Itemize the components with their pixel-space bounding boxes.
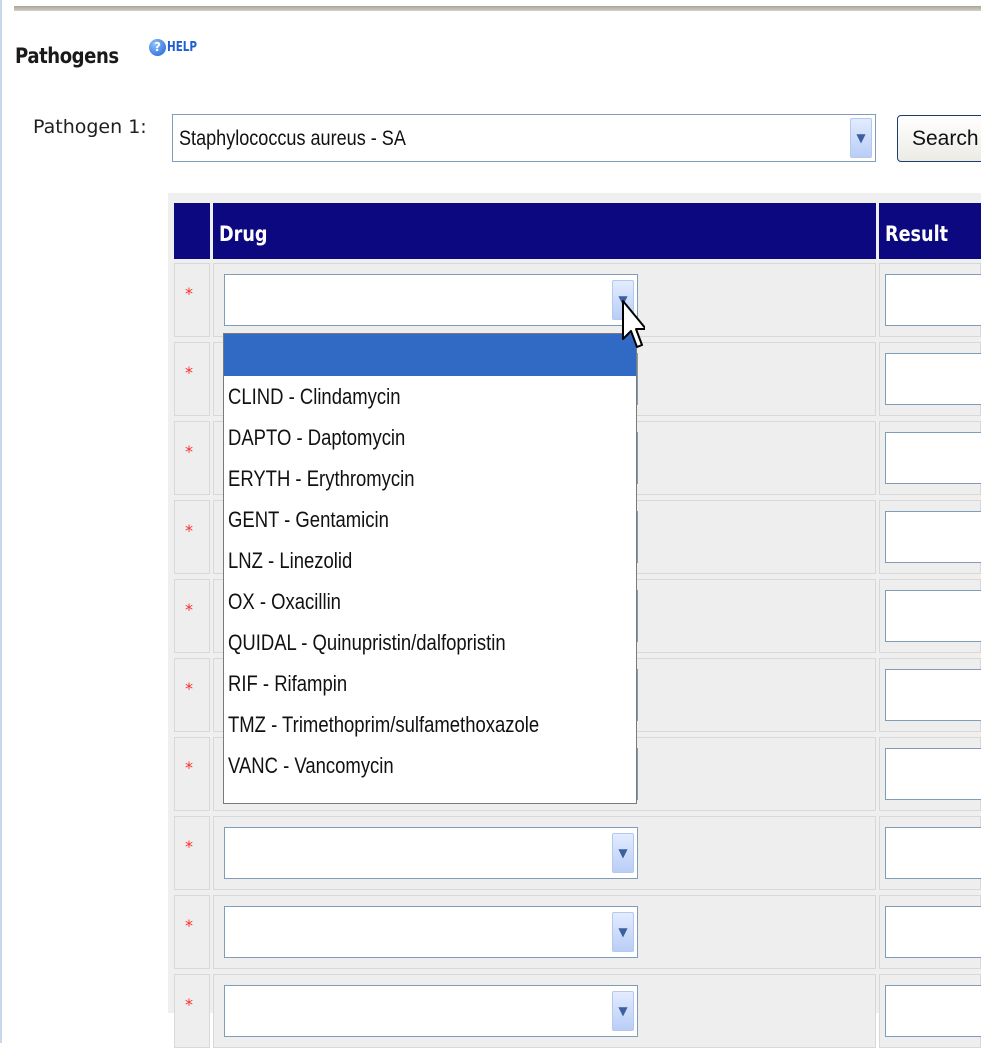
required-marker: *	[185, 284, 193, 303]
table-row: *▼	[168, 974, 981, 1048]
result-input[interactable]	[885, 669, 981, 721]
required-marker: *	[185, 521, 193, 540]
result-cell	[879, 895, 981, 969]
pathogen-label: Pathogen 1:	[33, 116, 147, 138]
dropdown-option[interactable]: CLIND - Clindamycin	[224, 376, 636, 417]
section-title: Pathogens	[15, 44, 119, 68]
result-input[interactable]	[885, 274, 981, 326]
table-row: *▼	[168, 895, 981, 969]
drug-select[interactable]: ▼	[224, 274, 638, 326]
required-marker: *	[185, 916, 193, 935]
result-input[interactable]	[885, 906, 981, 958]
required-cell: *	[174, 263, 210, 337]
result-input[interactable]	[885, 985, 981, 1037]
dropdown-option[interactable]: VANC - Vancomycin	[224, 745, 636, 786]
required-cell: *	[174, 579, 210, 653]
help-icon: ?	[149, 39, 166, 56]
dropdown-option[interactable]: DAPTO - Daptomycin	[224, 417, 636, 458]
drug-cell: ▼	[213, 816, 876, 890]
required-cell: *	[174, 658, 210, 732]
result-cell	[879, 974, 981, 1048]
required-marker: *	[185, 600, 193, 619]
required-cell: *	[174, 500, 210, 574]
dropdown-option[interactable]: TMZ - Trimethoprim/sulfamethoxazole	[224, 704, 636, 745]
dropdown-option[interactable]: GENT - Gentamicin	[224, 499, 636, 540]
required-cell: *	[174, 737, 210, 811]
header-drug: Drug	[213, 203, 876, 259]
chevron-down-icon[interactable]: ▼	[612, 912, 634, 952]
drug-cell: ▼	[213, 974, 876, 1048]
required-cell: *	[174, 816, 210, 890]
required-cell: *	[174, 342, 210, 416]
dropdown-option[interactable]: OX - Oxacillin	[224, 581, 636, 622]
drug-dropdown-list[interactable]: CLIND - Clindamycin DAPTO - Daptomycin ERY…	[223, 333, 637, 804]
required-marker: *	[185, 442, 193, 461]
result-input[interactable]	[885, 353, 981, 405]
result-input[interactable]	[885, 432, 981, 484]
table-row: *▼	[168, 816, 981, 890]
result-cell	[879, 658, 981, 732]
dropdown-option[interactable]: LNZ - Linezolid	[224, 540, 636, 581]
search-button[interactable]: Search	[897, 115, 981, 162]
result-input[interactable]	[885, 748, 981, 800]
dropdown-option[interactable]	[224, 334, 636, 376]
result-cell	[879, 737, 981, 811]
result-cell	[879, 500, 981, 574]
pathogen-select-value: Staphylococcus aureus - SA	[179, 127, 406, 150]
header-result: Result	[879, 203, 981, 259]
required-marker: *	[185, 758, 193, 777]
drug-select[interactable]: ▼	[224, 985, 638, 1037]
dropdown-option[interactable]: RIF - Rifampin	[224, 663, 636, 704]
dropdown-option[interactable]: ERYTH - Erythromycin	[224, 458, 636, 499]
required-marker: *	[185, 995, 193, 1014]
required-marker: *	[185, 837, 193, 856]
result-cell	[879, 263, 981, 337]
chevron-down-icon[interactable]: ▼	[612, 991, 634, 1031]
required-cell: *	[174, 895, 210, 969]
pathogen-select[interactable]: Staphylococcus aureus - SA ▼	[172, 114, 876, 162]
drug-select[interactable]: ▼	[224, 906, 638, 958]
result-input[interactable]	[885, 511, 981, 563]
result-input[interactable]	[885, 590, 981, 642]
required-cell: *	[174, 421, 210, 495]
drug-cell: ▼	[213, 895, 876, 969]
page-left-border	[0, 0, 2, 1043]
result-cell	[879, 579, 981, 653]
dropdown-option[interactable]: QUIDAL - Quinupristin/dalfopristin	[224, 622, 636, 663]
mouse-pointer-icon	[622, 300, 645, 348]
result-input[interactable]	[885, 827, 981, 879]
result-cell	[879, 342, 981, 416]
required-marker: *	[185, 679, 193, 698]
required-marker: *	[185, 363, 193, 382]
result-cell	[879, 816, 981, 890]
required-cell: *	[174, 974, 210, 1048]
top-divider	[14, 6, 981, 11]
table-row: *▼	[168, 263, 981, 337]
help-link[interactable]: ? HELP	[149, 39, 205, 56]
drug-select[interactable]: ▼	[224, 827, 638, 879]
result-cell	[879, 421, 981, 495]
table-header-row: Drug Result	[168, 203, 981, 259]
chevron-down-icon[interactable]: ▼	[850, 118, 872, 158]
help-label: HELP	[167, 40, 198, 55]
drug-cell: ▼	[213, 263, 876, 337]
header-required-column	[174, 203, 210, 259]
chevron-down-icon[interactable]: ▼	[612, 833, 634, 873]
